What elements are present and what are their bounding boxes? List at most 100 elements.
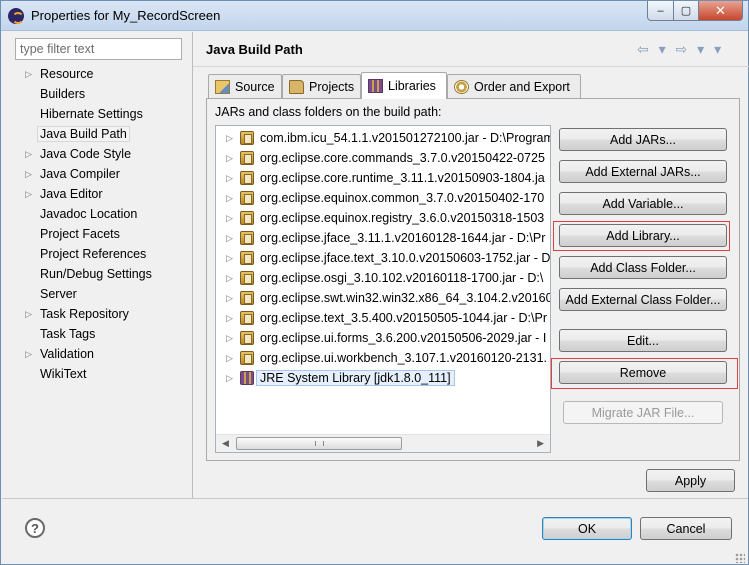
apply-button[interactable]: Apply [646,469,735,492]
jar-entry-row[interactable]: ▷ org.eclipse.ui.workbench_3.107.1.v20160… [216,348,550,368]
expand-arrow-icon[interactable]: ▷ [226,348,233,368]
edit-button[interactable]: Edit... [559,329,727,352]
entry-label: org.eclipse.equinox.registry_3.6.0.v2015… [260,211,545,225]
expand-arrow-icon[interactable]: ▷ [226,308,233,328]
sidebar-item[interactable]: Java Build Path [15,124,191,144]
help-icon[interactable]: ? [25,518,45,538]
properties-dialog: Properties for My_RecordScreen – ▢ ✕ typ… [0,0,749,565]
tab-label: Source [235,79,275,94]
jar-icon [240,231,254,245]
entry-label: org.eclipse.jface_3.11.1.v20160128-1644.… [260,231,546,245]
sidebar-item[interactable]: Task Tags [15,324,191,344]
expand-arrow-icon[interactable]: ▷ [226,148,233,168]
expand-arrow-icon[interactable]: ▷ [226,368,233,388]
add-external-class-folder-button[interactable]: Add External Class Folder... [559,288,727,311]
add-variable-button[interactable]: Add Variable... [559,192,727,215]
sidebar-item[interactable]: ▷ Task Repository [15,304,191,324]
history-nav-buttons[interactable]: ⇦ ▾ ⇨ ▾ ▾ [637,41,724,58]
expand-arrow-icon[interactable]: ▷ [25,144,32,164]
jar-entry-row[interactable]: ▷ org.eclipse.core.runtime_3.11.1.v201509… [216,168,550,188]
expand-arrow-icon[interactable]: ▷ [25,164,32,184]
sidebar-item-label: Resource [40,67,94,81]
jar-entry-row[interactable]: ▷ org.eclipse.core.commands_3.7.0.v201504… [216,148,550,168]
sidebar-item[interactable]: ▷ Java Code Style [15,144,191,164]
jre-library-row[interactable]: ▷ JRE System Library [jdk1.8.0_111] [216,368,550,388]
entry-label: org.eclipse.text_3.5.400.v20150505-1044.… [260,311,547,325]
jar-entry-row[interactable]: ▷ org.eclipse.jface_3.11.1.v20160128-1644… [216,228,550,248]
filter-input[interactable]: type filter text [15,38,182,60]
sidebar-item[interactable]: Javadoc Location [15,204,191,224]
jar-entry-row[interactable]: ▷ com.ibm.icu_54.1.1.v201501272100.jar - … [216,128,550,148]
sidebar-item[interactable]: ▷ Java Compiler [15,164,191,184]
expand-arrow-icon[interactable]: ▷ [25,344,32,364]
tab-label: Order and Export [474,79,570,94]
jar-icon [240,311,254,325]
sidebar-item-label: Project Facets [40,227,120,241]
expand-arrow-icon[interactable]: ▷ [226,228,233,248]
tab-order-and-export[interactable]: Order and Export [447,74,581,98]
minimize-button[interactable]: – [647,1,673,21]
jar-entry-row[interactable]: ▷ org.eclipse.swt.win32.win32.x86_64_3.10… [216,288,550,308]
jar-entry-row[interactable]: ▷ org.eclipse.jface.text_3.10.0.v20150603… [216,248,550,268]
sidebar-item[interactable]: ▷ Java Editor [15,184,191,204]
add-jars-button[interactable]: Add JARs... [559,128,727,151]
tab-projects[interactable]: Projects [282,74,361,98]
sidebar-item-label: Java Editor [40,187,103,201]
add-external-jars-button[interactable]: Add External JARs... [559,160,727,183]
jar-entry-row[interactable]: ▷ org.eclipse.equinox.registry_3.6.0.v201… [216,208,550,228]
entry-label: org.eclipse.osgi_3.10.102.v20160118-1700… [260,271,544,285]
title-bar[interactable]: Properties for My_RecordScreen – ▢ ✕ [1,1,748,31]
jar-entry-row[interactable]: ▷ org.eclipse.text_3.5.400.v20150505-1044… [216,308,550,328]
entry-label: com.ibm.icu_54.1.1.v201501272100.jar - D… [260,131,550,145]
expand-arrow-icon[interactable]: ▷ [226,128,233,148]
jar-entry-row[interactable]: ▷ org.eclipse.ui.forms_3.6.200.v20150506-… [216,328,550,348]
tab-label: Libraries [388,79,436,93]
sidebar-item[interactable]: Project References [15,244,191,264]
expand-arrow-icon[interactable]: ▷ [226,268,233,288]
expand-arrow-icon[interactable]: ▷ [226,208,233,228]
expand-arrow-icon[interactable]: ▷ [226,288,233,308]
add-class-folder-button[interactable]: Add Class Folder... [559,256,727,279]
scroll-right-icon[interactable]: ▶ [537,438,544,449]
pane-divider[interactable] [192,32,193,498]
tab-libraries[interactable]: Libraries [361,72,447,99]
expand-arrow-icon[interactable]: ▷ [226,168,233,188]
expand-arrow-icon[interactable]: ▷ [25,304,32,324]
library-icon [368,79,383,93]
remove-highlight [551,358,738,389]
expand-arrow-icon[interactable]: ▷ [226,188,233,208]
build-path-list[interactable]: ▷ com.ibm.icu_54.1.1.v201501272100.jar - … [215,125,551,453]
scrollbar-thumb[interactable] [236,437,402,450]
jar-entry-row[interactable]: ▷ org.eclipse.equinox.common_3.7.0.v20150… [216,188,550,208]
build-path-label: JARs and class folders on the build path… [215,105,442,119]
expand-arrow-icon[interactable]: ▷ [226,248,233,268]
horizontal-scrollbar[interactable]: ◀ ▶ [216,434,550,452]
sidebar-item-label: Server [40,287,77,301]
jar-icon [240,191,254,205]
sidebar-item[interactable]: Run/Debug Settings [15,264,191,284]
sidebar-item[interactable]: WikiText [15,364,191,384]
sidebar-item[interactable]: Builders [15,84,191,104]
entry-label: org.eclipse.jface.text_3.10.0.v20150603-… [260,251,550,265]
sidebar-item[interactable]: Server [15,284,191,304]
expand-arrow-icon[interactable]: ▷ [25,184,32,204]
sidebar-item[interactable]: ▷ Resource [15,64,191,84]
sidebar-item[interactable]: Hibernate Settings [15,104,191,124]
jar-icon [240,251,254,265]
resize-grip[interactable] [735,553,745,563]
expand-arrow-icon[interactable]: ▷ [226,328,233,348]
close-button[interactable]: ✕ [698,1,743,21]
tab-source[interactable]: Source [208,74,282,98]
scroll-left-icon[interactable]: ◀ [222,438,229,449]
sidebar-item[interactable]: Project Facets [15,224,191,244]
header-separator [193,66,749,67]
cancel-button[interactable]: Cancel [640,517,732,540]
maximize-button[interactable]: ▢ [673,1,698,21]
sidebar-item[interactable]: ▷ Validation [15,344,191,364]
migrate-jar-button[interactable]: Migrate JAR File... [563,401,723,424]
ok-button[interactable]: OK [542,517,632,540]
entry-label: org.eclipse.core.runtime_3.11.1.v2015090… [260,171,545,185]
page-title: Java Build Path [206,42,303,57]
jar-entry-row[interactable]: ▷ org.eclipse.osgi_3.10.102.v20160118-170… [216,268,550,288]
expand-arrow-icon[interactable]: ▷ [25,64,32,84]
